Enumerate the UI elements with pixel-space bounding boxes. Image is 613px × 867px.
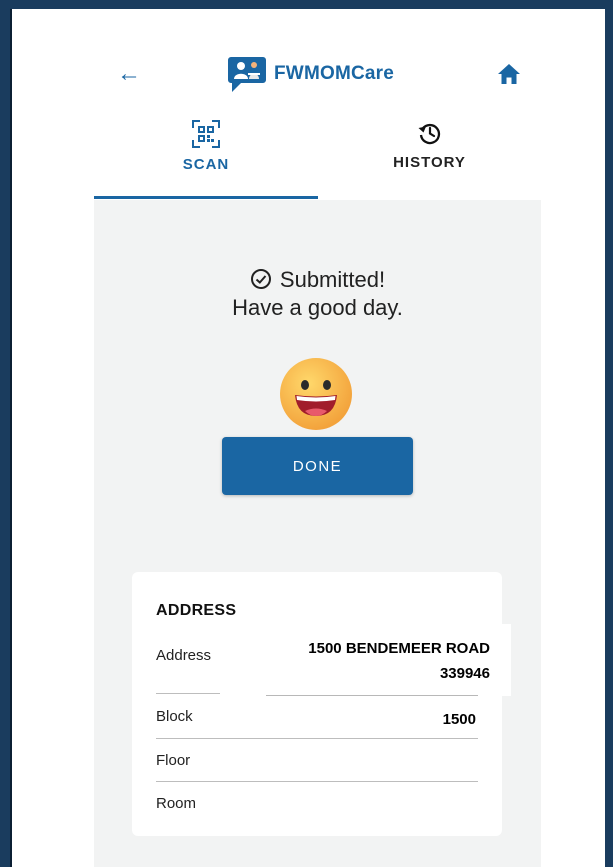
block-value: 1500 — [442, 711, 476, 728]
divider — [156, 738, 478, 739]
scan-result-panel: Submitted! Have a good day. DONE ADDRESS… — [94, 200, 541, 867]
tab-scan-label: SCAN — [182, 156, 230, 173]
divider — [156, 693, 220, 694]
window-frame-edge — [10, 9, 12, 867]
tab-history[interactable]: HISTORY — [318, 118, 541, 198]
home-icon[interactable] — [496, 62, 522, 86]
address-value-box — [266, 624, 511, 696]
active-tab-indicator — [94, 196, 318, 199]
tab-bar: SCAN HISTORY — [94, 118, 541, 200]
address-card: ADDRESS Address 1500 BENDEMEER ROAD 3399… — [132, 572, 511, 836]
good-day-text: Have a good day. — [232, 295, 403, 320]
submitted-text: Submitted! — [279, 267, 386, 292]
chat-person-logo-icon — [228, 57, 266, 92]
submission-message: Submitted! Have a good day. — [94, 266, 541, 322]
window-frame-top — [0, 0, 613, 9]
window-frame-left — [0, 0, 10, 867]
qr-code-icon — [192, 120, 220, 148]
address-value-line2: 339946 — [439, 665, 490, 682]
room-label: Room — [156, 795, 197, 812]
divider — [266, 695, 478, 696]
laughing-face-icon — [280, 358, 352, 430]
tab-scan[interactable]: SCAN — [94, 118, 318, 198]
app-header: ← FWMOMCare — [12, 40, 602, 110]
tab-history-label: HISTORY — [393, 154, 466, 171]
done-button[interactable]: DONE — [222, 437, 413, 495]
window-frame-right — [605, 0, 613, 867]
address-card-title: ADDRESS — [156, 602, 237, 619]
block-label: Block — [156, 708, 193, 725]
floor-label: Floor — [156, 752, 191, 769]
divider — [156, 781, 478, 782]
address-value-line1: 1500 BENDEMEER ROAD — [308, 640, 490, 657]
app-title: FWMOMCare — [274, 63, 395, 84]
history-icon — [418, 123, 440, 145]
address-label: Address — [156, 647, 212, 664]
check-circle-icon — [250, 269, 271, 289]
arrow-left-icon[interactable]: ← — [117, 62, 141, 86]
